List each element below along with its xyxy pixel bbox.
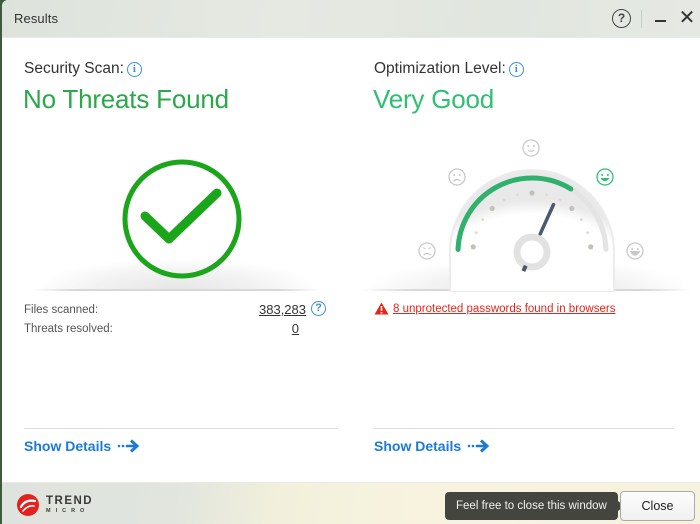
files-scanned-row: Files scanned: 383,283 ? [24,301,326,317]
gauge-tick [588,244,594,250]
close-button[interactable]: Close [620,491,695,521]
dotted-arrow-icon [117,439,140,453]
sad-face-icon [448,168,466,186]
help-icon[interactable]: ? [612,9,631,28]
optimization-heading: Optimization Level: i [374,60,524,78]
angry-face-icon [418,242,436,260]
threats-resolved-label: Threats resolved: [24,323,113,335]
gauge-tick [489,205,495,212]
gauge-tick [481,218,485,221]
title-bar: Results ? ✕ [2,0,700,38]
gauge-tick [470,244,476,250]
threats-resolved-row: Threats resolved: 0 [24,321,324,336]
threats-resolved-value[interactable]: 0 [292,321,299,336]
dotted-arrow-icon [467,439,490,453]
security-scan-heading: Security Scan: i [24,60,142,78]
password-warning[interactable]: 8 unprotected passwords found in browser… [374,302,615,315]
title-bar-separator [641,10,642,28]
security-status: No Threats Found [23,84,229,114]
gauge-tick [502,198,506,202]
gauge-tick [579,218,583,221]
happy-face-icon [596,168,614,186]
neutral-face-icon [522,139,540,157]
brand-name-top: TREND [46,495,94,507]
gauge-tick [558,198,562,202]
footer-bar: TREND MICRO Feel free to close this wind… [2,482,700,524]
optimization-show-details-link[interactable]: Show Details [374,438,491,454]
gauge-tick [545,193,548,197]
security-show-details-link[interactable]: Show Details [24,438,141,454]
security-scan-panel: Security Scan: i No Threats Found Files … [2,38,350,482]
gauge-needle-tail [521,264,528,272]
trend-micro-logo-icon [17,494,39,516]
files-scanned-count[interactable]: 383,283 [259,302,306,317]
window-title: Results [14,11,59,26]
show-details-label: Show Details [374,438,462,454]
security-scan-label: Security Scan: [24,60,124,77]
gauge-tick [516,193,519,197]
very-happy-face-icon [626,242,644,260]
gauge-tick [586,231,590,235]
info-icon[interactable]: i [508,61,524,77]
warning-triangle-icon [374,302,389,315]
optimization-panel: Optimization Level: i Very Good 8 unprot… [352,38,700,482]
gauge-dial [449,169,615,293]
trend-micro-logo: TREND MICRO [16,493,93,517]
section-divider [24,428,338,429]
show-details-label: Show Details [24,438,112,454]
close-window-button[interactable]: ✕ [678,7,696,29]
password-warning-link[interactable]: 8 unprotected passwords found in browser… [393,303,615,315]
info-icon[interactable]: i [126,61,142,77]
close-hint-tooltip: Feel free to close this window [445,492,624,520]
files-scanned-value[interactable]: 383,283 ? [259,301,326,317]
optimization-gauge [410,132,650,293]
help-circle-icon[interactable]: ? [311,301,326,316]
gauge-tick [474,231,478,235]
brand-name-bottom: MICRO [46,507,90,514]
optimization-label: Optimization Level: [374,60,506,77]
minimize-button[interactable] [653,10,669,28]
section-divider [374,428,674,429]
results-window: Results ? ✕ Security Scan: i No Threats … [2,0,700,524]
stage-line [32,289,322,291]
gauge-tick [529,190,535,196]
files-scanned-label: Files scanned: [24,304,99,316]
optimization-status: Very Good [373,84,495,114]
checkmark-circle-icon [121,158,243,280]
gauge-tick [569,205,575,212]
